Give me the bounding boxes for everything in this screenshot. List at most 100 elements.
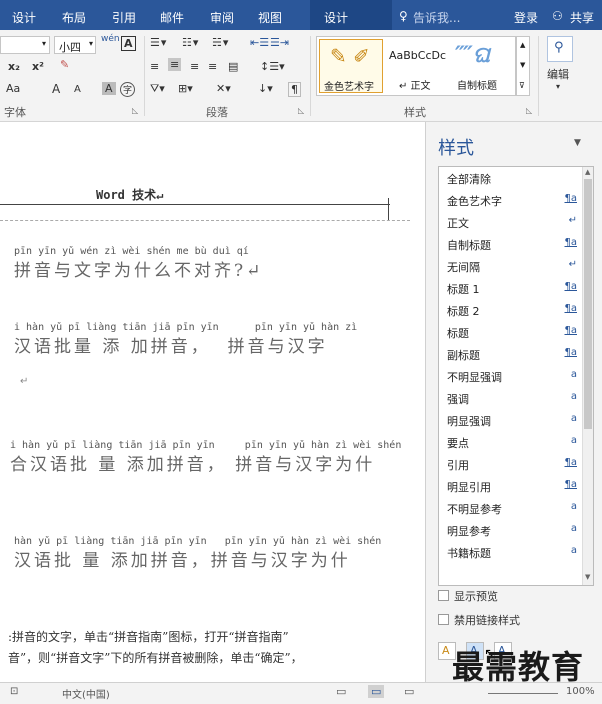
numbering-icon[interactable]: ☷▾ [182,36,199,49]
tab-review[interactable]: 审阅 [210,9,234,26]
font-size-box[interactable]: 小四 ▾ [54,36,96,54]
style-gold-art[interactable]: ✎ ✐ 金色艺术字 [319,39,383,93]
font-dialog-launcher-icon[interactable]: ◺ [132,106,138,115]
share-icon[interactable]: ⚇ [552,9,563,23]
ribbon-tab-bar: 设计 布局 引用 邮件 审阅 视图 设计 ♀ 告诉我... 登录 ⚇ 共享 [0,0,602,30]
scrollbar-thumb[interactable] [584,179,592,429]
style-item[interactable]: 不明显强调 a [439,365,583,387]
paragraph-dialog-launcher-icon[interactable]: ◺ [298,106,304,115]
align-center-icon[interactable]: ≡ [168,58,182,71]
disable-linked-styles-checkbox[interactable] [438,614,449,625]
show-preview-checkbox[interactable] [438,590,449,601]
tell-me-box[interactable]: 告诉我... [413,9,460,26]
chevron-up-icon: ▲ [585,168,591,176]
tab-references[interactable]: 引用 [112,9,136,26]
style-item[interactable]: 引用 ¶a [439,453,583,475]
tab-view[interactable]: 视图 [258,9,282,26]
increase-indent-icon[interactable]: ☰⇥ [270,36,289,49]
show-preview-label: 显示预览 [454,590,498,603]
align-right-icon[interactable]: ≡ [190,60,199,73]
tab-context-design[interactable]: 设计 [310,0,392,30]
chevron-down-icon: ▾ [88,39,93,48]
style-normal[interactable]: AaBbCcDc ↵ 正文 [387,39,449,93]
show-marks-icon[interactable]: ¶ [288,82,301,97]
align-left-icon[interactable]: ≡ [150,60,159,73]
style-item[interactable]: 副标题 ¶a [439,343,583,365]
share-button[interactable]: 共享 [570,9,594,26]
paragraph-mark: ↵ [20,376,29,387]
style-item[interactable]: 正文 ↵ [439,211,583,233]
print-layout-icon[interactable]: ▭ [368,685,385,698]
style-item[interactable]: 金色艺术字 ¶a [439,189,583,211]
style-preview-art: ⁗ଘ [455,43,490,68]
proofing-icon[interactable]: ⊡ [10,686,18,697]
char-border-button[interactable]: A [121,36,136,51]
style-item[interactable]: 标题 ¶a [439,321,583,343]
style-item[interactable]: 自制标题 ¶a [439,233,583,255]
tab-mailings[interactable]: 邮件 [160,9,184,26]
editing-button[interactable]: 编辑 [547,66,569,82]
tab-layout[interactable]: 布局 [62,9,86,26]
tab-design[interactable]: 设计 [12,9,36,26]
shading-icon[interactable]: ⛛▾ [150,82,165,96]
page-header-text: Word 技术↵ [96,188,164,202]
font-name-box[interactable]: ▾ [0,36,50,54]
web-layout-icon[interactable]: ▭ [404,685,414,698]
style-item[interactable]: 书籍标题 a [439,541,583,563]
chevron-down-icon: ▼ [585,573,591,581]
shrink-font-button[interactable]: A [74,84,81,95]
styles-list-scrollbar[interactable]: ▲ ▼ [582,167,593,585]
borders-icon[interactable]: ⊞▾ [178,82,193,95]
change-case-button[interactable]: Aa [6,82,20,95]
style-item[interactable]: 明显参考 a [439,519,583,541]
pane-options-icon[interactable]: ▼ [574,138,581,148]
decrease-indent-icon[interactable]: ⇤☰ [250,36,269,49]
style-item[interactable]: 明显引用 ¶a [439,475,583,497]
styles-pane-title: 样式 [438,138,474,159]
margin-marker [388,198,389,220]
login-button[interactable]: 登录 [514,9,538,26]
grow-font-button[interactable]: A [52,82,60,96]
style-item[interactable]: 明显强调 a [439,409,583,431]
style-item[interactable]: 不明显参考 a [439,497,583,519]
ribbon: ▾ 小四 ▾ wén A x₂ x² ✎ Aa A A A 字 字体 ◺ ☰▾ … [0,30,602,122]
styles-list: 全部清除 金色艺术字 ¶a 正文 ↵ 自制标题 ¶a 无间隔 ↵ 标题 1 ¶a 标题 2… [438,166,594,586]
style-item[interactable]: 标题 2 ¶a [439,299,583,321]
style-item[interactable]: 强调 a [439,387,583,409]
style-item[interactable]: 全部清除 [439,167,583,189]
styles-dialog-launcher-icon[interactable]: ◺ [526,106,532,115]
justify-icon[interactable]: ≡ [208,60,217,73]
bullets-icon[interactable]: ☰▾ [150,36,167,49]
superscript-button[interactable]: x² [32,60,44,73]
search-icon: ⚲ [554,40,564,55]
document-canvas[interactable]: Word 技术↵ pīn yīn yǔ wén zì wèi shén me b… [0,122,425,682]
styles-gallery: ✎ ✐ 金色艺术字 AaBbCcDc ↵ 正文 ⁗ଘ 自制标题 [316,36,516,96]
style-item[interactable]: 标题 1 ¶a [439,277,583,299]
find-button[interactable]: ⚲ [547,36,573,62]
style-custom-title[interactable]: ⁗ଘ 自制标题 [451,39,513,93]
more-icon: ⊽ [519,81,525,90]
gold-brush-icon: ✎ ✐ [330,44,370,68]
style-item[interactable]: 无间隔 ↵ [439,255,583,277]
distribute-icon[interactable]: ▤ [228,60,238,73]
char-shading-button[interactable]: A [102,82,116,95]
text-line: 汉语批量 添 加拼音， 拼音与汉字 [14,337,328,357]
zoom-slider[interactable] [488,693,558,694]
sort-icon[interactable]: ↓▾ [258,82,273,95]
style-label: 金色艺术字 [324,82,374,93]
line-spacing-icon[interactable]: ↕☰▾ [260,60,285,73]
text-line: 汉语批 量 添加拼音，拼音与汉字为什 [14,551,351,571]
language-indicator[interactable]: 中文(中国) [62,686,110,701]
clear-format-icon[interactable]: ✎ [60,58,69,71]
font-group-label: 字体 [4,106,26,119]
gallery-scroll[interactable]: ▲ ▼ ⊽ [516,36,530,96]
paragraph-group-label: 段落 [206,106,228,119]
chinese-layout-icon[interactable]: ✕▾ [216,82,231,95]
style-item[interactable]: 要点 a [439,431,583,453]
multilevel-list-icon[interactable]: ☵▾ [212,36,229,49]
read-mode-icon[interactable]: ▭ [336,685,346,698]
subscript-button[interactable]: x₂ [8,60,20,73]
enclose-char-button[interactable]: 字 [120,82,136,97]
text-line: 拼音与文字为什么不对齐?↵ [14,261,264,281]
phonetic-guide-button[interactable]: wén [101,34,120,44]
